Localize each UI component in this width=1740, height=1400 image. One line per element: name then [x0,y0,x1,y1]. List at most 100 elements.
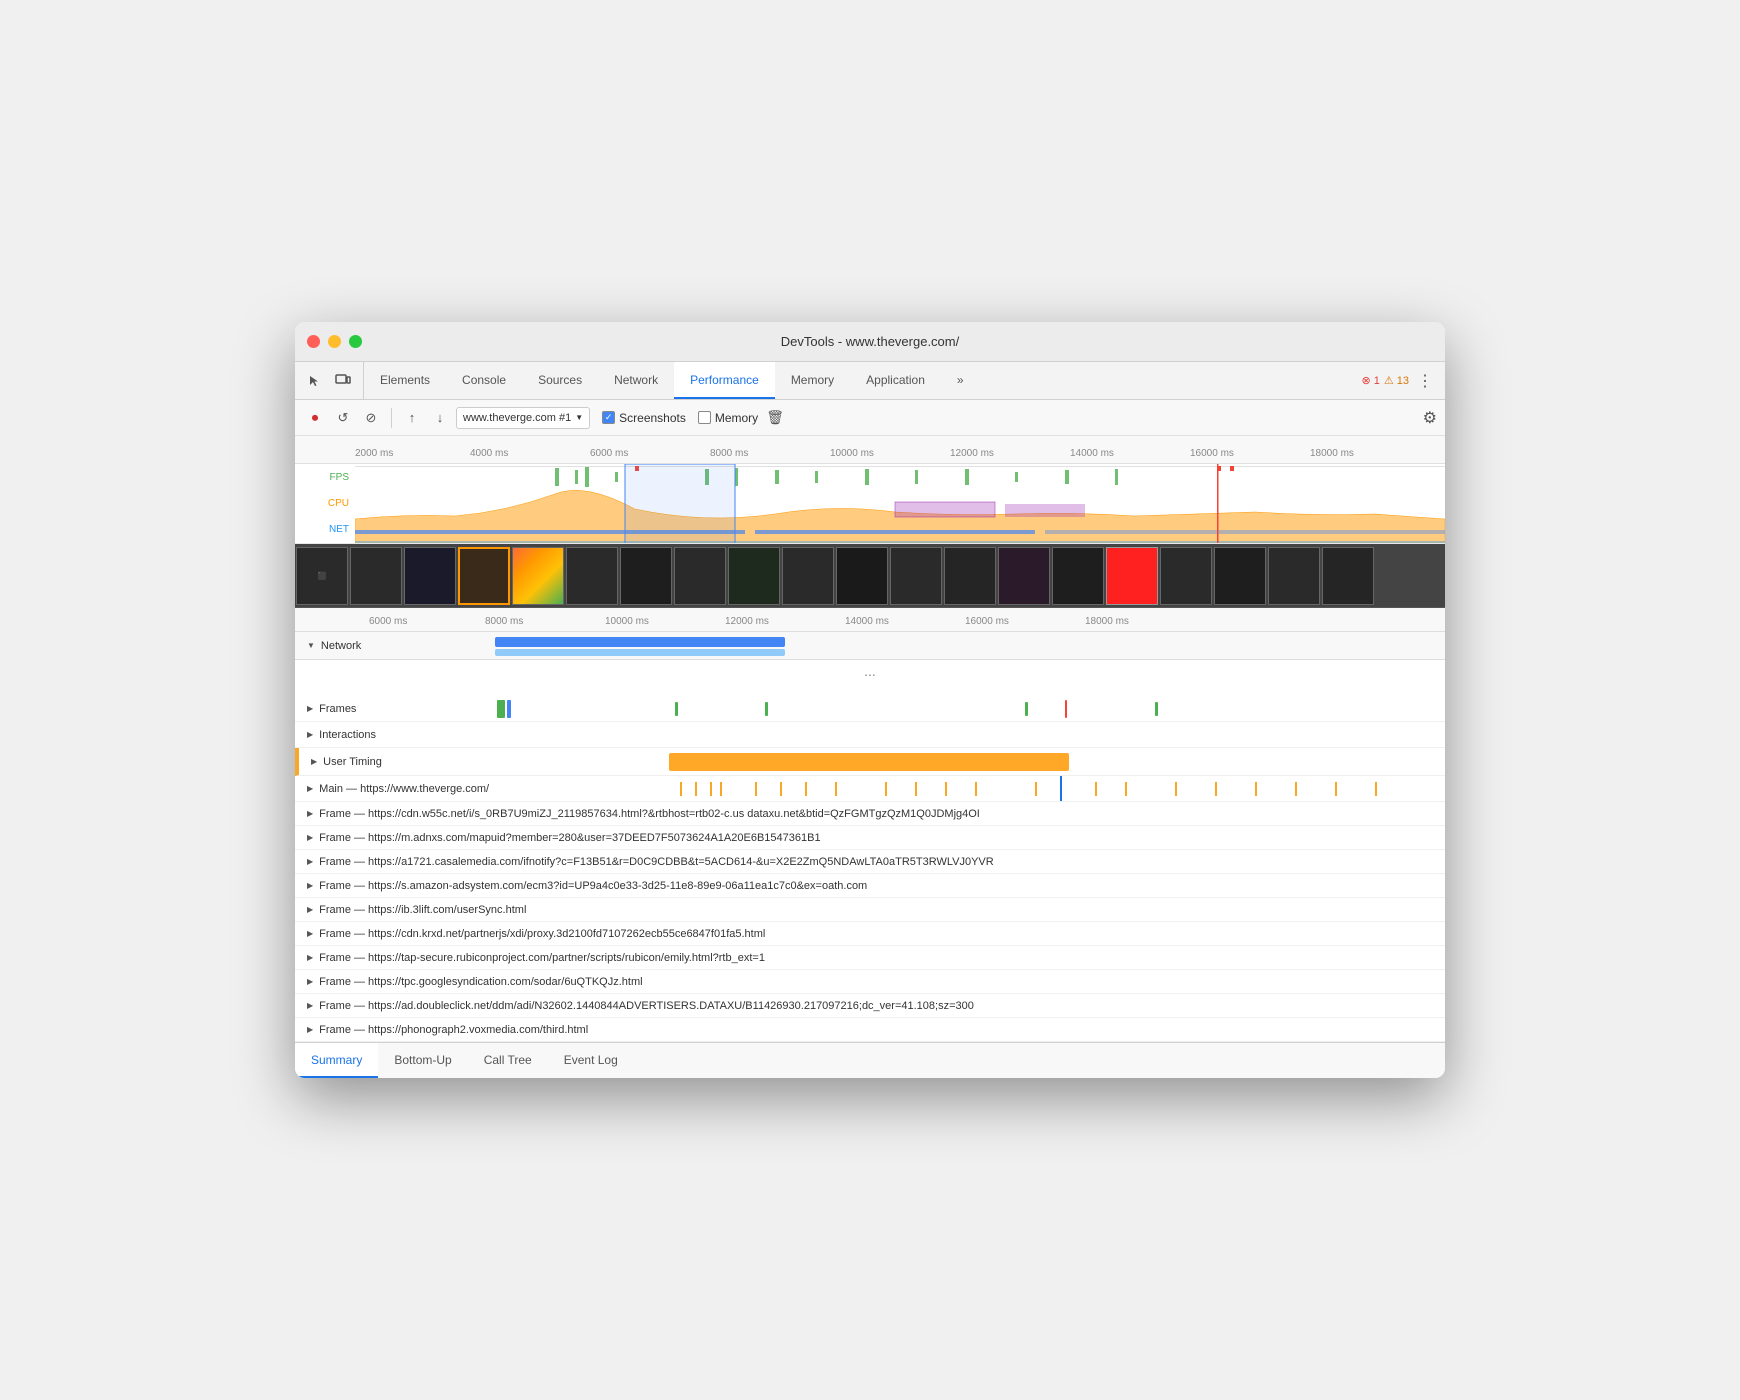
expand-icon-3: ▶ [307,881,313,890]
frames-chart [495,696,1445,721]
tab-memory[interactable]: Memory [775,362,850,399]
screenshot-thumb[interactable] [998,547,1050,605]
expand-icon-8: ▶ [307,1001,313,1010]
fps-cpu-net-area: FPS CPU NET [295,464,1445,544]
screenshot-thumb[interactable] [350,547,402,605]
expand-icon-9: ▶ [307,1025,313,1034]
expand-icon: ▼ [307,641,315,650]
fps-label: FPS [330,472,349,483]
fps-cpu-chart [355,464,1445,543]
expand-icon-0: ▶ [307,809,313,818]
charts-canvas[interactable] [355,464,1445,543]
screenshot-thumb[interactable] [512,547,564,605]
memory-checkbox[interactable] [698,411,711,424]
tab-call-tree[interactable]: Call Tree [468,1043,548,1078]
screenshot-thumb[interactable] [1106,547,1158,605]
close-button[interactable] [307,335,320,348]
frame-row-4[interactable]: ▶ Frame — https://ib.3lift.com/userSync.… [295,898,1445,922]
tab-event-log[interactable]: Event Log [548,1043,634,1078]
interactions-track[interactable]: ▶ Interactions [295,722,1445,748]
main-track[interactable]: ▶ Main — https://www.theverge.com/ [295,776,1445,802]
expand-icon-1: ▶ [307,833,313,842]
frames-content [495,696,1445,721]
tab-performance[interactable]: Performance [674,362,775,399]
tab-icons [295,362,364,399]
error-icon: ⊗ [1362,374,1371,387]
download-button[interactable]: ↓ [428,406,452,430]
interactions-label: ▶ Interactions [295,729,495,741]
warn-badge: ⚠ 13 [1384,374,1409,387]
expand-icon-2: ▶ [307,857,313,866]
net-bar-1 [495,637,785,647]
screenshot-thumb[interactable] [890,547,942,605]
more-menu-button[interactable]: ⋮ [1413,371,1437,391]
screenshot-thumb[interactable]: ⬛ [296,547,348,605]
tab-more[interactable]: » [941,362,980,399]
record-button[interactable]: ⏺ [303,406,327,430]
interactions-content [495,722,1445,747]
screenshot-thumb[interactable] [1052,547,1104,605]
memory-toggle[interactable]: Memory [698,411,758,425]
tab-application[interactable]: Application [850,362,941,399]
devtools-tabs: Elements Console Sources Network Perform… [295,362,1445,400]
network-section-header[interactable]: ▼ Network [295,632,1445,660]
screenshot-thumb[interactable] [620,547,672,605]
minimize-button[interactable] [328,335,341,348]
frame-row-0[interactable]: ▶ Frame — https://cdn.w55c.net/i/s_0RB7U… [295,802,1445,826]
device-icon[interactable] [331,369,355,393]
user-timing-track[interactable]: ▶ User Timing [295,748,1445,776]
frame-row-7[interactable]: ▶ Frame — https://tpc.googlesyndication.… [295,970,1445,994]
screenshots-strip[interactable]: ⬛ [295,544,1445,608]
tab-console[interactable]: Console [446,362,522,399]
frame-row-3[interactable]: ▶ Frame — https://s.amazon-adsystem.com/… [295,874,1445,898]
frame-row-1[interactable]: ▶ Frame — https://m.adnxs.com/mapuid?mem… [295,826,1445,850]
screenshot-thumb[interactable] [1268,547,1320,605]
frames-track[interactable]: ▶ Frames [295,696,1445,722]
url-selector[interactable]: www.theverge.com #1 ▼ [456,407,590,429]
screenshots-checkbox[interactable]: ✓ [602,411,615,424]
refresh-record-button[interactable]: ↺ [331,406,355,430]
tab-sources[interactable]: Sources [522,362,598,399]
frame-row-2[interactable]: ▶ Frame — https://a1721.casalemedia.com/… [295,850,1445,874]
cursor-icon[interactable] [303,369,327,393]
screenshot-thumb[interactable] [728,547,780,605]
frame-row-9[interactable]: ▶ Frame — https://phonograph2.voxmedia.c… [295,1018,1445,1042]
error-badge: ⊗ 1 [1362,374,1380,387]
frame-label-3: ▶ Frame — https://s.amazon-adsystem.com/… [295,880,867,892]
screenshot-thumb[interactable] [944,547,996,605]
tab-network[interactable]: Network [598,362,674,399]
settings-button[interactable]: ⚙ [1423,408,1437,428]
screenshot-thumb[interactable] [1214,547,1266,605]
frame-label-2: ▶ Frame — https://a1721.casalemedia.com/… [295,856,994,868]
tab-bottom-up[interactable]: Bottom-Up [378,1043,467,1078]
expand-frames-icon: ▶ [307,704,313,713]
window-title: DevTools - www.theverge.com/ [781,334,959,349]
user-timing-content [499,748,1445,775]
traffic-lights [307,335,362,348]
screenshot-thumb[interactable] [782,547,834,605]
frame-row-6[interactable]: ▶ Frame — https://tap-secure.rubiconproj… [295,946,1445,970]
tab-summary[interactable]: Summary [295,1043,378,1078]
maximize-button[interactable] [349,335,362,348]
screenshot-thumb[interactable] [836,547,888,605]
clear-button[interactable]: 🗑 [766,409,784,426]
timeline-overview[interactable]: 2000 ms 4000 ms 6000 ms 8000 ms 10000 ms… [295,436,1445,696]
timeline-ruler-top: 2000 ms 4000 ms 6000 ms 8000 ms 10000 ms… [295,436,1445,464]
frame-label-5: ▶ Frame — https://cdn.krxd.net/partnerjs… [295,928,765,940]
main-label: ▶ Main — https://www.theverge.com/ [295,783,495,795]
screenshot-thumb[interactable] [1160,547,1212,605]
screenshot-thumb[interactable] [566,547,618,605]
screenshot-thumb[interactable] [404,547,456,605]
screenshot-thumb[interactable] [1322,547,1374,605]
frame-row-5[interactable]: ▶ Frame — https://cdn.krxd.net/partnerjs… [295,922,1445,946]
expand-interactions-icon: ▶ [307,730,313,739]
upload-button[interactable]: ↑ [400,406,424,430]
screenshot-thumb[interactable] [674,547,726,605]
tab-elements[interactable]: Elements [364,362,446,399]
stop-button[interactable]: ⊘ [359,406,383,430]
main-content [495,776,1445,801]
screenshots-toggle[interactable]: ✓ Screenshots [602,411,686,425]
frame-row-8[interactable]: ▶ Frame — https://ad.doubleclick.net/ddm… [295,994,1445,1018]
screenshot-thumb-selected[interactable] [458,547,510,605]
user-timing-label: ▶ User Timing [299,756,499,768]
